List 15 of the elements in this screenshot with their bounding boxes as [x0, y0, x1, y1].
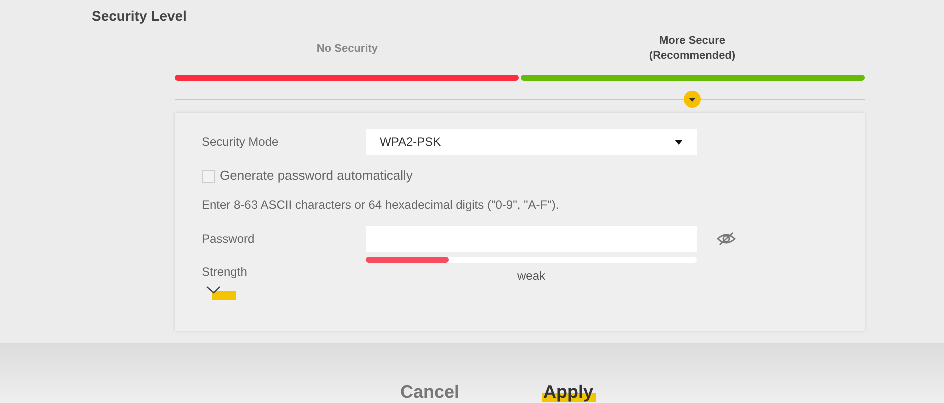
slider-thumb[interactable] — [684, 90, 701, 108]
security-level-label[interactable]: More Secure (Recommended) — [649, 34, 736, 64]
dropdown-arrow-icon — [675, 140, 683, 144]
security-mode-dropdown[interactable]: WPA2-PSK — [366, 129, 697, 155]
hide-password-icon[interactable] — [717, 232, 736, 246]
hint-text: Enter 8-63 ASCII characters or 64 hexadecimal digits ("0-9", "A-F"). — [202, 197, 560, 214]
checkbox-label: Generate password automatically — [220, 167, 413, 186]
strength-reading: weak — [517, 268, 546, 285]
field-label: Strength — [202, 264, 248, 281]
chevron-icon — [206, 286, 236, 300]
cancel-button[interactable]: Cancel — [398, 382, 462, 402]
field-label: Security Mode — [202, 134, 280, 151]
checkbox[interactable] — [202, 170, 215, 182]
field-label: Password — [202, 231, 256, 248]
section-title: Security Level — [92, 8, 187, 24]
